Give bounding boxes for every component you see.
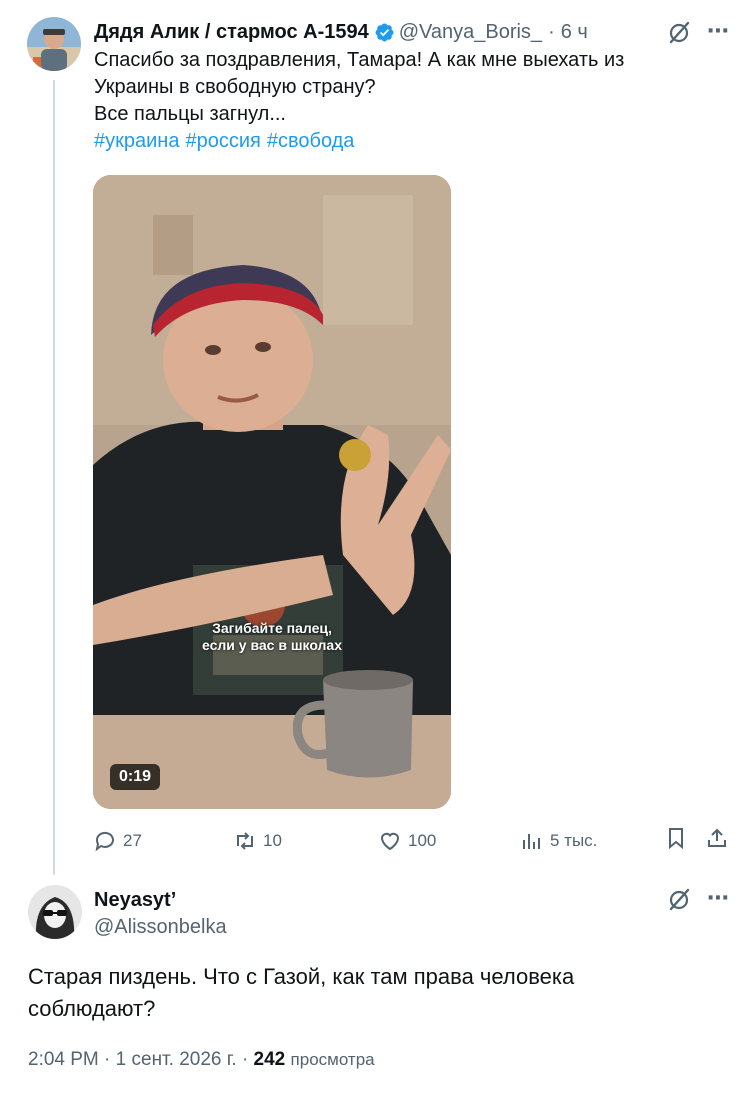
video-thumbnail xyxy=(93,175,451,809)
grok-icon[interactable] xyxy=(666,20,692,46)
share-button[interactable] xyxy=(705,826,735,850)
like-icon xyxy=(380,832,400,851)
share-icon xyxy=(708,828,726,847)
reply-metadata: 2:04 PM · 1 сент. 2026 г. · 242 просмотр… xyxy=(28,1046,375,1074)
author-handle[interactable]: @Vanya_Boris_ xyxy=(399,18,542,46)
more-icon[interactable]: ⋯ xyxy=(707,887,730,909)
video-duration-badge: 0:19 xyxy=(110,764,161,790)
hashtag-list: #украина #россия #свобода xyxy=(94,128,714,155)
reply-date[interactable]: 1 сент. 2026 г. xyxy=(116,1049,237,1070)
reply-time[interactable]: 2:04 PM xyxy=(28,1049,99,1070)
separator-dot: · xyxy=(241,1049,249,1070)
tweet-text-line: Украины в свободную страну? xyxy=(94,76,376,98)
reply-text-line: Старая пиздень. Что с Газой, как там пра… xyxy=(28,964,575,989)
views-button[interactable]: 5 тыс. xyxy=(520,826,597,856)
tweet-header: Дядя Алик / стармос А-1594 @Vanya_Boris_… xyxy=(94,18,588,46)
views-icon xyxy=(523,834,540,849)
thread-connector-line xyxy=(53,80,55,875)
tweet-time[interactable]: 6 ч xyxy=(561,18,588,46)
reply-icon xyxy=(95,831,114,852)
reply-count: 27 xyxy=(123,831,142,850)
bookmark-icon xyxy=(669,828,683,850)
video-player[interactable]: Загибайте палец, если у вас в школах 0:1… xyxy=(93,175,451,809)
hashtag-link[interactable]: #свобода xyxy=(267,130,355,152)
grok-icon[interactable] xyxy=(666,887,692,913)
reply-text-line: соблюдают? xyxy=(28,996,156,1021)
author-name[interactable]: Дядя Алик / стармос А-1594 xyxy=(94,18,369,46)
views-count: 5 тыс. xyxy=(550,831,598,850)
tweet-text-line: Все пальцы загнул... xyxy=(94,103,286,125)
video-caption-line: если у вас в школах xyxy=(202,637,342,653)
like-count: 100 xyxy=(408,831,437,850)
reply-button[interactable]: 27 xyxy=(93,826,142,856)
reply-avatar[interactable] xyxy=(28,885,82,939)
reply-author-handle[interactable]: @Alissonbelka xyxy=(94,915,227,939)
repost-icon xyxy=(237,832,253,850)
repost-count: 10 xyxy=(263,831,282,850)
reply-avatar-image xyxy=(28,885,82,939)
video-caption: Загибайте палец, если у вас в школах xyxy=(93,620,451,654)
tweet-text-line: Спасибо за поздравления, Тамара! А как м… xyxy=(94,49,625,71)
reply-text: Старая пиздень. Что с Газой, как там пра… xyxy=(28,961,728,1025)
bookmark-button[interactable] xyxy=(664,826,694,850)
avatar[interactable] xyxy=(27,17,81,71)
avatar-image xyxy=(27,17,81,71)
reply-views-count: 242 xyxy=(253,1049,286,1070)
like-button[interactable]: 100 xyxy=(378,826,436,856)
hashtag-link[interactable]: #украина xyxy=(94,130,179,152)
video-caption-line: Загибайте палец, xyxy=(212,620,332,636)
separator-dot: · xyxy=(104,1049,111,1070)
reply-views-label: просмотра xyxy=(290,1050,375,1069)
reply-author-name[interactable]: Neyasyt’ xyxy=(94,888,176,912)
tweet-action-bar: 27 10 100 5 тыс. xyxy=(93,826,733,856)
more-icon[interactable]: ⋯ xyxy=(707,20,730,42)
hashtag-link[interactable]: #россия xyxy=(185,130,260,152)
tweet-text: Спасибо за поздравления, Тамара! А как м… xyxy=(94,47,714,155)
repost-button[interactable]: 10 xyxy=(233,826,282,856)
separator-dot: · xyxy=(548,21,555,43)
verified-badge-icon xyxy=(375,23,394,41)
